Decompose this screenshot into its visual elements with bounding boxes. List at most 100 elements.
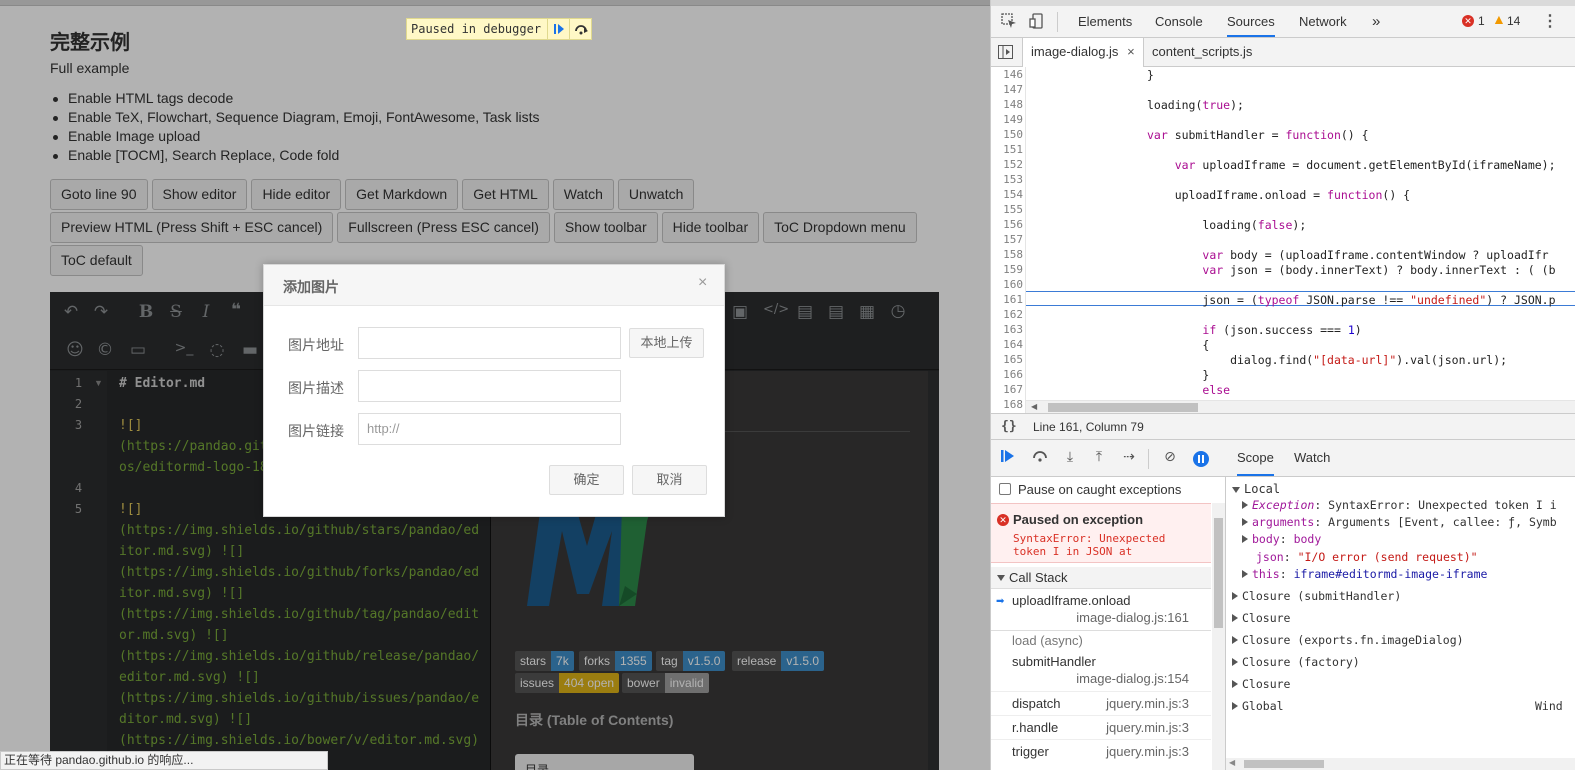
menu-kebab-icon[interactable]: ⋮ <box>1542 11 1558 31</box>
line-number[interactable]: 167 <box>991 383 1023 396</box>
line-number[interactable]: 158 <box>991 248 1023 261</box>
line-number[interactable]: 146 <box>991 68 1023 81</box>
line-number[interactable]: 163 <box>991 323 1023 336</box>
pause-on-caught-checkbox[interactable] <box>999 483 1011 495</box>
scope-closure[interactable]: Closure (submitHandler) <box>1232 589 1401 603</box>
step-out-icon[interactable]: ⤒ <box>1088 449 1110 469</box>
call-frame[interactable]: ➡ uploadIframe.onload image-dialog.js:16… <box>991 590 1211 630</box>
scope-closure[interactable]: Closure (exports.fn.imageDialog) <box>1232 633 1464 647</box>
scrollbar-thumb[interactable] <box>1048 403 1198 412</box>
device-toolbar-icon[interactable] <box>1029 13 1045 32</box>
sidebar-scrollbar[interactable] <box>1212 503 1225 770</box>
pretty-print-icon[interactable]: {} <box>1001 419 1017 434</box>
expand-arrow-icon <box>997 575 1005 581</box>
scope-closure[interactable]: Closure (factory) <box>1232 655 1360 669</box>
tab-console[interactable]: Console <box>1155 6 1203 37</box>
line-number[interactable]: 153 <box>991 173 1023 186</box>
tab-sources[interactable]: Sources <box>1227 6 1275 37</box>
line-number[interactable]: 159 <box>991 263 1023 276</box>
scroll-left-icon[interactable]: ◀ <box>1031 402 1037 411</box>
scrollbar-thumb[interactable] <box>1244 760 1324 768</box>
tab-scope[interactable]: Scope <box>1237 440 1274 476</box>
line-number[interactable]: 165 <box>991 353 1023 366</box>
pause-on-exceptions-icon[interactable] <box>1193 451 1209 467</box>
call-stack-header[interactable]: Call Stack <box>991 567 1211 589</box>
source-horizontal-scrollbar[interactable]: ◀ <box>1026 400 1575 413</box>
call-frame-function: dispatch <box>1012 696 1061 711</box>
file-tab-image-dialog[interactable]: image-dialog.js × <box>1022 38 1144 67</box>
call-frame[interactable]: r.handle jquery.min.js:3 <box>991 715 1211 739</box>
expand-arrow-icon <box>1242 501 1248 509</box>
more-tabs-icon[interactable]: » <box>1372 6 1380 37</box>
inspect-element-icon[interactable] <box>1001 13 1017 32</box>
call-frame[interactable]: dispatch jquery.min.js:3 <box>991 691 1211 715</box>
close-tab-icon[interactable]: × <box>1127 44 1135 59</box>
line-number[interactable]: 157 <box>991 233 1023 246</box>
line-number[interactable]: 160 <box>991 278 1023 291</box>
scope-global[interactable]: Global <box>1232 699 1284 713</box>
image-link-input[interactable]: http:// <box>358 413 621 445</box>
line-number[interactable]: 154 <box>991 188 1023 201</box>
line-number[interactable]: 148 <box>991 98 1023 111</box>
image-desc-input[interactable] <box>358 370 621 402</box>
source-code-editor[interactable]: 146 147 148 149 150 151 152 153 154 155 … <box>991 67 1575 413</box>
image-url-input[interactable] <box>358 327 621 359</box>
image-desc-label: 图片描述 <box>288 380 344 396</box>
tab-network[interactable]: Network <box>1299 6 1347 37</box>
scrollbar-thumb[interactable] <box>1214 518 1223 628</box>
line-number[interactable]: 149 <box>991 113 1023 126</box>
line-number[interactable]: 168 <box>991 398 1023 411</box>
step-over-icon[interactable] <box>569 19 591 39</box>
scope-horizontal-scrollbar[interactable]: ◀ <box>1226 758 1575 770</box>
local-upload-button[interactable]: 本地上传 <box>629 328 704 358</box>
step-icon[interactable]: ⇢ <box>1118 449 1140 469</box>
warning-icon[interactable]: ▲ <box>1492 11 1506 27</box>
scope-local[interactable]: Local <box>1232 480 1280 496</box>
scope-closure[interactable]: Closure <box>1232 611 1290 625</box>
confirm-button[interactable]: 确定 <box>549 465 624 495</box>
global-value: Wind <box>1535 699 1563 713</box>
scope-variable[interactable]: arguments: Arguments [Event, callee: ƒ, … <box>1242 515 1557 529</box>
scope-variable[interactable]: body: body <box>1242 532 1321 546</box>
closure-label: Closure <box>1242 677 1291 691</box>
line-number[interactable]: 147 <box>991 83 1023 96</box>
scroll-left-icon[interactable]: ◀ <box>1229 758 1235 767</box>
line-number[interactable]: 161 <box>991 293 1023 306</box>
close-icon[interactable]: × <box>698 274 707 292</box>
error-icon[interactable]: ✕ <box>1462 15 1474 27</box>
scope-closure[interactable]: Closure <box>1232 677 1290 691</box>
step-over-icon[interactable] <box>1029 449 1051 469</box>
call-frame[interactable]: submitHandler image-dialog.js:154 <box>991 651 1211 691</box>
cancel-button[interactable]: 取消 <box>632 465 707 495</box>
line-number[interactable]: 155 <box>991 203 1023 216</box>
toggle-navigator-icon[interactable] <box>998 45 1013 62</box>
source-line: var submitHandler = function() { <box>1147 128 1369 142</box>
toolbar-divider <box>1057 12 1058 32</box>
scope-variable[interactable]: this: iframe#editormd-image-iframe <box>1242 567 1487 581</box>
line-number[interactable]: 156 <box>991 218 1023 231</box>
source-line: var json = (body.innerText) ? body.inner… <box>1202 263 1556 277</box>
call-frame[interactable]: trigger jquery.min.js:3 <box>991 739 1211 763</box>
line-number[interactable]: 151 <box>991 143 1023 156</box>
resume-icon[interactable] <box>997 449 1019 469</box>
deactivate-breakpoints-icon[interactable]: ⊘ <box>1159 449 1181 469</box>
line-number[interactable]: 152 <box>991 158 1023 171</box>
variable-value: iframe#editormd-image-iframe <box>1293 567 1488 581</box>
line-number[interactable]: 164 <box>991 338 1023 351</box>
expand-arrow-icon <box>1232 658 1238 666</box>
resume-icon[interactable] <box>547 19 569 39</box>
line-number[interactable]: 150 <box>991 128 1023 141</box>
file-tab-content-scripts[interactable]: content_scripts.js <box>1144 38 1260 67</box>
warning-count[interactable]: 14 <box>1507 14 1520 28</box>
scope-variable[interactable]: Exception: SyntaxError: Unexpected token… <box>1242 498 1557 512</box>
line-number[interactable]: 162 <box>991 308 1023 321</box>
browser-status-bar: 正在等待 pandao.github.io 的响应... <box>0 751 328 770</box>
tab-elements[interactable]: Elements <box>1078 6 1132 37</box>
dialog-header: 添加图片 × <box>264 265 724 306</box>
exception-message: SyntaxError: Unexpected token I in JSON … <box>1013 532 1166 558</box>
line-number[interactable]: 166 <box>991 368 1023 381</box>
error-count[interactable]: 1 <box>1478 14 1485 28</box>
async-separator: load (async) <box>991 630 1211 648</box>
step-into-icon[interactable]: ⤓ <box>1059 449 1081 469</box>
tab-watch[interactable]: Watch <box>1294 440 1330 476</box>
